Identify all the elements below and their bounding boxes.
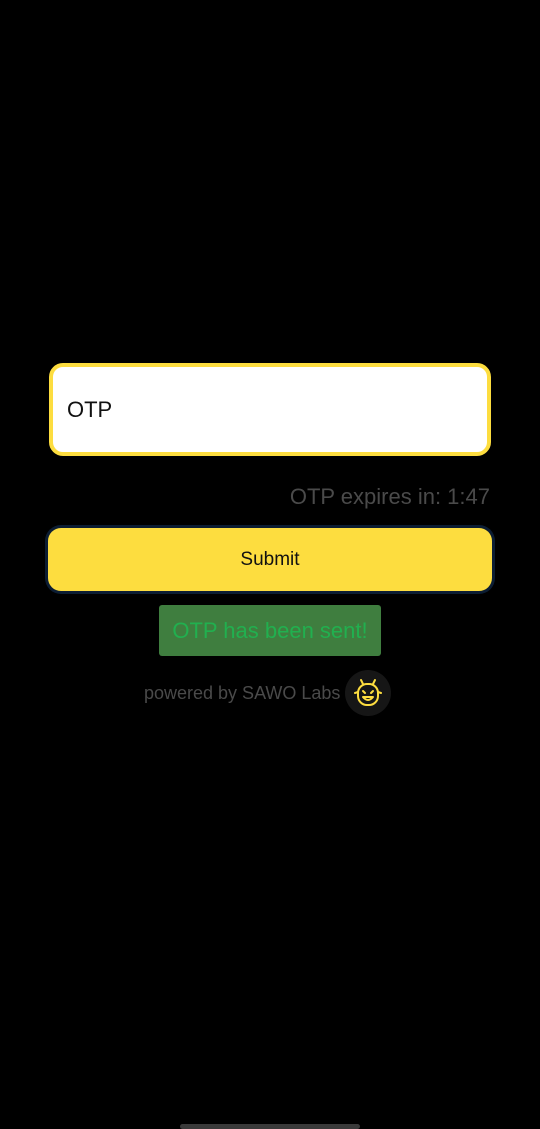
sawo-bee-icon bbox=[345, 670, 392, 716]
toast-message: OTP has been sent! bbox=[172, 617, 368, 643]
powered-by-footer: powered by SAWO Labs bbox=[144, 670, 392, 716]
home-indicator bbox=[180, 1124, 360, 1129]
otp-expiry-timer: OTP expires in: 1:47 bbox=[289, 484, 490, 509]
otp-input[interactable] bbox=[53, 367, 487, 452]
otp-screen: OTP expires in: 1:47 Submit OTP has been… bbox=[0, 0, 540, 1129]
powered-by-text: powered by SAWO Labs bbox=[144, 682, 341, 703]
submit-button-outline: Submit bbox=[45, 525, 495, 594]
otp-sent-toast: OTP has been sent! bbox=[159, 605, 381, 656]
submit-button[interactable]: Submit bbox=[48, 528, 492, 591]
otp-field-container bbox=[49, 363, 491, 456]
